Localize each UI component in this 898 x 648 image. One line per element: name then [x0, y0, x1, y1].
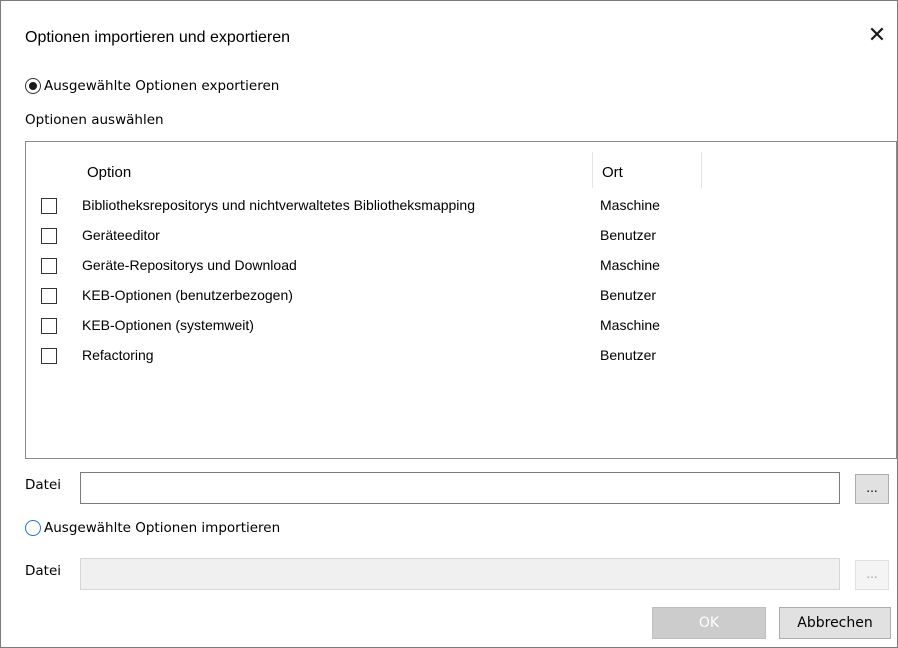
export-browse-button[interactable]: ... [855, 474, 889, 504]
option-name: Refactoring [82, 347, 154, 363]
options-import-export-dialog: Optionen importieren und exportieren ✕ A… [0, 0, 898, 648]
option-checkbox[interactable] [41, 198, 57, 214]
export-radio-button[interactable] [25, 78, 41, 94]
option-location: Maschine [600, 257, 660, 273]
column-header-option[interactable]: Option [87, 164, 131, 181]
option-location: Benutzer [600, 287, 657, 303]
list-item[interactable]: Bibliotheksrepositorys und nichtverwalte… [26, 193, 896, 223]
options-list[interactable]: Option Ort Bibliotheksrepositorys und ni… [25, 141, 897, 459]
list-item[interactable]: KEB-Optionen (systemweit) Maschine [26, 313, 896, 343]
option-name: KEB-Optionen (benutzerbezogen) [82, 287, 293, 303]
option-name: Bibliotheksrepositorys und nichtverwalte… [82, 197, 475, 213]
option-location: Maschine [600, 197, 660, 213]
cancel-button[interactable]: Abbrechen [779, 607, 891, 639]
import-file-label: Datei [25, 563, 62, 579]
list-item[interactable]: Geräte-Repositorys und Download Maschine [26, 253, 896, 283]
select-options-label: Optionen auswählen [25, 112, 164, 128]
option-name: Geräteeditor [82, 227, 160, 243]
list-item[interactable]: KEB-Optionen (benutzerbezogen) Benutzer [26, 283, 896, 313]
import-browse-button: ... [855, 560, 889, 590]
option-location: Maschine [600, 317, 660, 333]
close-icon: ✕ [867, 23, 887, 48]
option-location: Benutzer [600, 347, 657, 363]
title-bar: Optionen importieren und exportieren ✕ [1, 1, 897, 57]
export-file-input[interactable] [80, 472, 840, 504]
option-name: Geräte-Repositorys und Download [82, 257, 297, 273]
import-file-input [80, 558, 840, 590]
dialog-title: Optionen importieren und exportieren [25, 29, 291, 46]
option-location: Benutzer [600, 227, 657, 243]
options-list-header: Option Ort [26, 142, 896, 188]
option-checkbox[interactable] [41, 258, 57, 274]
ok-button: OK [652, 607, 766, 639]
list-item[interactable]: Geräteeditor Benutzer [26, 223, 896, 253]
export-radio-option[interactable]: Ausgewählte Optionen exportieren [25, 76, 279, 96]
import-radio-button[interactable] [25, 520, 41, 536]
column-separator[interactable] [592, 152, 593, 188]
close-button[interactable]: ✕ [857, 19, 897, 53]
import-radio-label: Ausgewählte Optionen importieren [44, 520, 281, 536]
column-separator[interactable] [701, 152, 702, 188]
column-header-ort[interactable]: Ort [602, 164, 623, 181]
export-file-label: Datei [25, 477, 62, 493]
list-item[interactable]: Refactoring Benutzer [26, 343, 896, 373]
option-checkbox[interactable] [41, 348, 57, 364]
option-checkbox[interactable] [41, 318, 57, 334]
import-radio-option[interactable]: Ausgewählte Optionen importieren [25, 518, 280, 538]
option-name: KEB-Optionen (systemweit) [82, 317, 254, 333]
option-checkbox[interactable] [41, 288, 57, 304]
option-checkbox[interactable] [41, 228, 57, 244]
export-radio-label: Ausgewählte Optionen exportieren [44, 78, 280, 94]
